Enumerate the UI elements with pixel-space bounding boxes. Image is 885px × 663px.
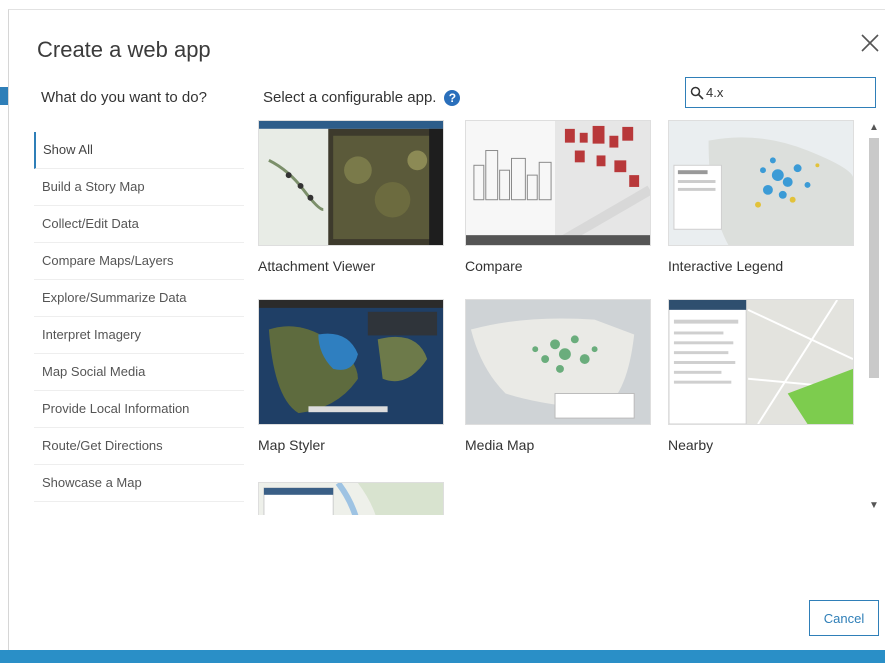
search-box[interactable]: [685, 77, 876, 108]
help-icon[interactable]: ?: [444, 89, 461, 106]
app-card-media-map[interactable]: Media Map: [465, 299, 651, 453]
app-label: Attachment Viewer: [258, 258, 376, 274]
scroll-up-icon[interactable]: ▲: [868, 122, 880, 134]
category-collect-edit-data[interactable]: Collect/Edit Data: [34, 206, 244, 243]
dialog-title: Create a web app: [37, 37, 211, 62]
app-thumbnail: [668, 120, 854, 246]
gallery-scrollbar[interactable]: ▲ ▼: [867, 122, 881, 512]
category-compare-maps-layers[interactable]: Compare Maps/Layers: [34, 243, 244, 280]
app-card-attachment-viewer[interactable]: Attachment Viewer: [258, 120, 444, 274]
mid-heading-text: Select a configurable app.: [263, 89, 437, 106]
category-explore-summarize-data[interactable]: Explore/Summarize Data: [34, 280, 244, 317]
app-label: Nearby: [668, 437, 714, 453]
create-web-app-dialog: Create a web app What do you want to do?…: [8, 9, 885, 650]
scrollbar-thumb[interactable]: [869, 138, 879, 378]
app-thumbnail: [258, 482, 444, 515]
search-input[interactable]: [706, 85, 866, 100]
app-thumbnail: [465, 120, 651, 246]
app-card-partial[interactable]: [258, 482, 444, 515]
app-thumbnail: [668, 299, 854, 425]
mid-heading: Select a configurable app. ?: [263, 89, 461, 106]
app-card-interactive-legend[interactable]: Interactive Legend: [668, 120, 854, 274]
app-label: Compare: [465, 258, 523, 274]
category-list: Show All Build a Story Map Collect/Edit …: [34, 132, 244, 502]
app-thumbnail: [258, 299, 444, 425]
category-map-social-media[interactable]: Map Social Media: [34, 354, 244, 391]
left-heading: What do you want to do?: [41, 89, 207, 106]
app-card-map-styler[interactable]: Map Styler: [258, 299, 444, 453]
app-label: Interactive Legend: [668, 258, 784, 274]
search-icon: [690, 86, 704, 100]
category-interpret-imagery[interactable]: Interpret Imagery: [34, 317, 244, 354]
category-build-story-map[interactable]: Build a Story Map: [34, 169, 244, 206]
app-thumbnail: [258, 120, 444, 246]
app-card-compare[interactable]: Compare: [465, 120, 651, 274]
close-icon[interactable]: [859, 32, 881, 54]
bottom-accent-bar: [0, 650, 885, 663]
category-route-get-directions[interactable]: Route/Get Directions: [34, 428, 244, 465]
category-showcase-a-map[interactable]: Showcase a Map: [34, 465, 244, 502]
app-gallery: Attachment Viewer Compare Interactive Le…: [241, 118, 861, 515]
app-thumbnail: [465, 299, 651, 425]
app-card-nearby[interactable]: Nearby: [668, 299, 854, 453]
category-show-all[interactable]: Show All: [34, 132, 244, 169]
app-label: Media Map: [465, 437, 535, 453]
scroll-down-icon[interactable]: ▼: [868, 500, 880, 512]
cancel-button[interactable]: Cancel: [809, 600, 879, 636]
category-provide-local-information[interactable]: Provide Local Information: [34, 391, 244, 428]
app-label: Map Styler: [258, 437, 325, 453]
